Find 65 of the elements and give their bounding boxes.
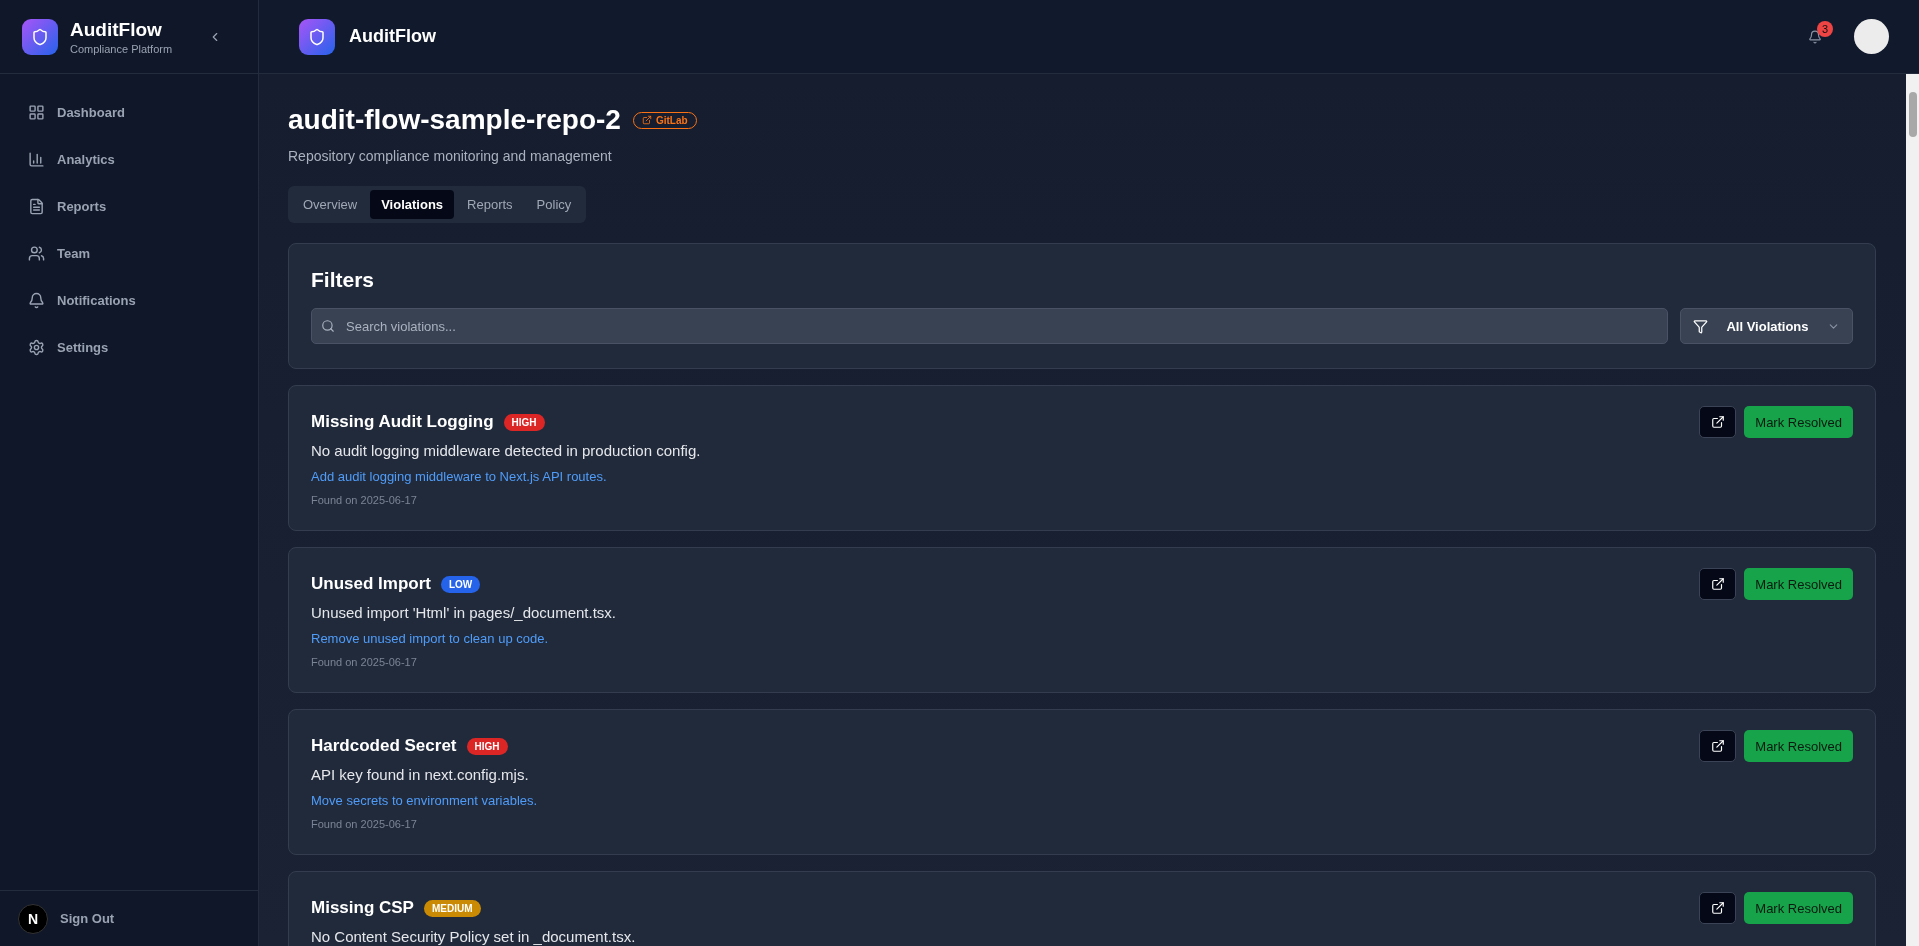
- app-title: AuditFlow: [349, 26, 437, 47]
- shield-logo-icon: [22, 18, 58, 55]
- settings-icon: [28, 339, 45, 356]
- violation-title: Hardcoded Secret: [311, 736, 457, 756]
- sign-out-link[interactable]: Sign Out: [60, 911, 115, 926]
- external-link-icon: [1710, 577, 1725, 591]
- violation-title: Unused Import: [311, 574, 431, 594]
- brand-name: AuditFlow: [70, 18, 163, 41]
- fix-suggestion-link[interactable]: Remove unused import to clean up code.: [311, 631, 617, 646]
- mark-resolved-button[interactable]: Mark Resolved: [1744, 406, 1853, 438]
- tab[interactable]: Overview: [292, 190, 369, 219]
- violation-title: Missing Audit Logging: [311, 412, 494, 432]
- bell-icon: [28, 292, 45, 309]
- search-icon: [321, 319, 335, 333]
- violation-title: Missing CSP: [311, 898, 414, 918]
- brand-tagline: Compliance Platform: [70, 42, 174, 55]
- fix-suggestion-link[interactable]: Add audit logging middleware to Next.js API routes.: [311, 469, 701, 484]
- user-avatar[interactable]: [1854, 19, 1889, 54]
- violation-description: No audit logging middleware detected in production config.: [311, 442, 701, 459]
- search-field[interactable]: Search violations...: [311, 308, 1668, 344]
- filter-dropdown[interactable]: All Violations: [1680, 308, 1853, 344]
- severity-badge: LOW: [440, 575, 481, 593]
- found-date: Found on 2025-06-17: [311, 818, 418, 830]
- tab[interactable]: Violations: [370, 190, 455, 219]
- violation-description: No Content Security Policy set in _document.tsx.: [311, 928, 636, 945]
- sidebar-item[interactable]: Dashboard: [16, 98, 242, 127]
- tab[interactable]: Reports: [456, 190, 524, 219]
- bell-icon[interactable]: [1808, 29, 1822, 44]
- users-icon: [28, 245, 45, 262]
- sidebar-item[interactable]: Team: [16, 239, 242, 268]
- external-link-button[interactable]: [1699, 730, 1737, 762]
- grid-icon: [28, 104, 45, 121]
- filter-icon: [1693, 318, 1708, 334]
- severity-badge: MEDIUM: [423, 899, 481, 917]
- mark-resolved-button[interactable]: Mark Resolved: [1744, 892, 1853, 924]
- repo-subtitle: Repository compliance monitoring and management: [288, 148, 613, 164]
- repo-title: audit-flow-sample-repo-2: [288, 104, 621, 136]
- bar-chart-icon: [28, 151, 45, 168]
- sidebar-item[interactable]: Settings: [16, 333, 242, 362]
- filters-title: Filters: [311, 268, 376, 292]
- external-link-button[interactable]: [1699, 568, 1737, 600]
- sidebar-item[interactable]: Analytics: [16, 145, 242, 174]
- violation-description: Unused import 'Html' in pages/_document.tsx.: [311, 604, 617, 621]
- scrollbar[interactable]: [1906, 74, 1919, 946]
- external-link-icon: [641, 115, 652, 125]
- tab[interactable]: Policy: [525, 190, 583, 219]
- violation-description: API key found in next.config.mjs.: [311, 766, 530, 783]
- fix-suggestion-link[interactable]: Move secrets to environment variables.: [311, 793, 538, 808]
- sidebar-item[interactable]: Reports: [16, 192, 242, 221]
- found-date: Found on 2025-06-17: [311, 494, 418, 506]
- external-link-button[interactable]: [1699, 406, 1737, 438]
- external-link-icon: [1710, 901, 1725, 915]
- external-link-button[interactable]: [1699, 892, 1737, 924]
- user-avatar[interactable]: N: [18, 903, 48, 934]
- sidebar-item[interactable]: Notifications: [16, 286, 242, 315]
- mark-resolved-button[interactable]: Mark Resolved: [1744, 730, 1853, 762]
- notification-count: 3: [1817, 20, 1833, 37]
- external-link-icon: [1710, 739, 1725, 753]
- found-date: Found on 2025-06-17: [311, 656, 418, 668]
- severity-badge: HIGH: [503, 413, 545, 431]
- severity-badge: HIGH: [466, 737, 508, 755]
- shield-logo-icon: [299, 18, 335, 55]
- document-icon: [28, 198, 45, 215]
- external-link-icon: [1710, 415, 1725, 429]
- mark-resolved-button[interactable]: Mark Resolved: [1744, 568, 1853, 600]
